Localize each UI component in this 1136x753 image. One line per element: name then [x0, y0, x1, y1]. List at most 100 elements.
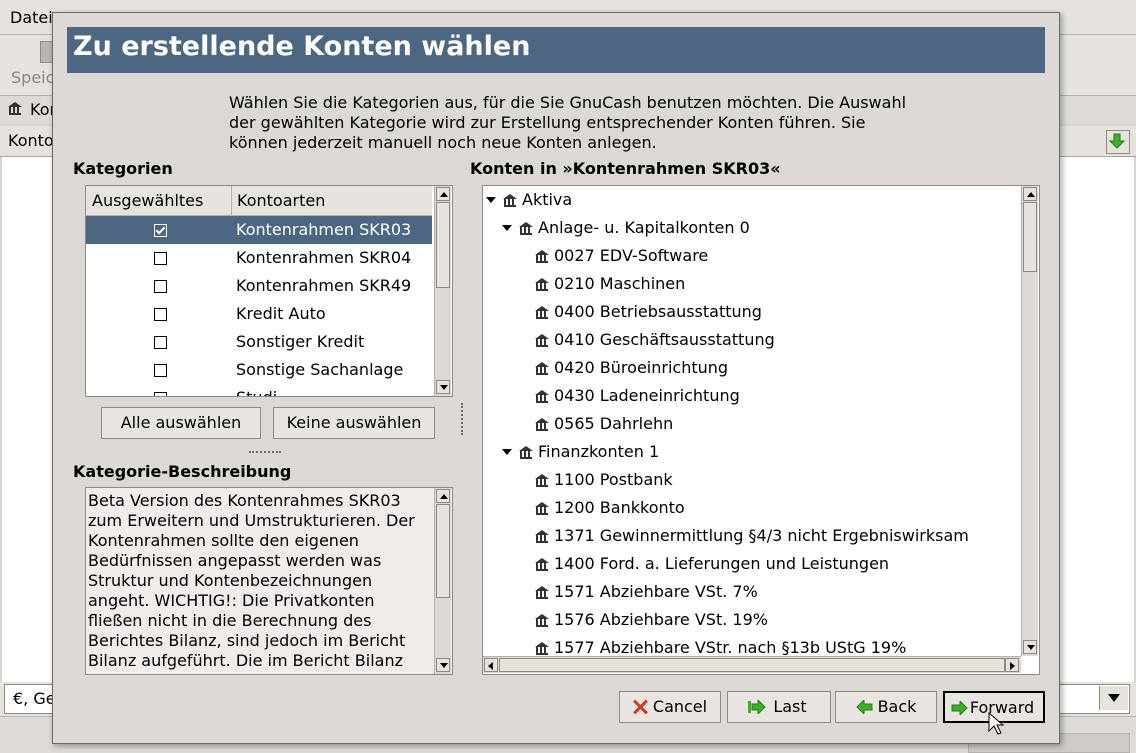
last-icon [748, 700, 766, 714]
tree-row[interactable]: 0400 Betriebsausstattung [483, 298, 1021, 326]
category-row-skr49[interactable]: Kontenrahmen SKR49 [86, 272, 432, 300]
account-icon [535, 586, 549, 599]
arrow-up-icon [1027, 192, 1035, 197]
category-row-other-loan[interactable]: Sonstiger Kredit [86, 328, 432, 356]
select-none-button[interactable]: Keine auswählen [273, 407, 435, 439]
categories-header: Ausgewähltes Kontoarten [86, 186, 432, 216]
column-header-account[interactable]: Konto [8, 131, 54, 150]
account-icon [535, 362, 549, 375]
accounts-label: Konten in »Kontenrahmen SKR03« [470, 159, 781, 178]
account-icon [535, 250, 549, 263]
tree-row[interactable]: 1100 Postbank [483, 466, 1021, 494]
tree-row[interactable]: 1371 Gewinnermittlung §4/3 nicht Ergebni… [483, 522, 1021, 550]
expander-icon[interactable] [502, 225, 512, 231]
scroll-left-button[interactable] [484, 658, 498, 672]
account-name: 1577 Abziehbare VStr. nach §13b UStG 19% [554, 638, 907, 656]
cancel-icon [632, 699, 648, 715]
green-down-arrow-icon [1108, 133, 1126, 149]
column-header-types[interactable]: Kontoarten [232, 186, 432, 215]
scroll-up-button[interactable] [436, 187, 450, 201]
account-icon [535, 306, 549, 319]
scroll-right-button[interactable] [1005, 658, 1019, 672]
scroll-up-button[interactable] [436, 489, 450, 503]
tree-row[interactable]: Finanzkonten 1 [483, 438, 1021, 466]
select-none-label: Keine auswählen [286, 413, 422, 432]
tree-row[interactable]: 0210 Maschinen [483, 270, 1021, 298]
back-button[interactable]: Back [835, 691, 937, 723]
checkbox-other-loan[interactable] [154, 336, 167, 349]
account-name: 0565 Dahrlehn [554, 414, 674, 433]
column-header-selected[interactable]: Ausgewähltes [86, 186, 232, 215]
tree-row[interactable]: Anlage- u. Kapitalkonten 0 [483, 214, 1021, 242]
tree-row[interactable]: 1200 Bankkonto [483, 494, 1021, 522]
scroll-down-button[interactable] [436, 658, 450, 672]
account-icon [503, 194, 517, 207]
account-icon [535, 558, 549, 571]
scroll-thumb[interactable] [436, 202, 450, 288]
category-row-studi[interactable]: Studi [86, 384, 432, 396]
scroll-down-button[interactable] [436, 380, 450, 394]
tree-row[interactable]: 1577 Abziehbare VStr. nach §13b UStG 19% [483, 634, 1021, 656]
account-name: Anlage- u. Kapitalkonten 0 [538, 218, 750, 237]
select-all-button[interactable]: Alle auswählen [101, 407, 261, 439]
back-arrow-icon [856, 700, 873, 714]
scroll-thumb[interactable] [1023, 202, 1037, 272]
categories-label: Kategorien [73, 159, 173, 178]
checkbox-car-loan[interactable] [154, 308, 167, 321]
expander-icon[interactable] [486, 197, 496, 203]
category-row-car-loan[interactable]: Kredit Auto [86, 300, 432, 328]
account-icon [535, 278, 549, 291]
categories-scrollbar[interactable] [434, 186, 451, 396]
checkbox-studi[interactable] [154, 392, 167, 396]
account-icon [535, 334, 549, 347]
cancel-label: Cancel [652, 697, 708, 716]
back-label: Back [877, 697, 917, 716]
account-name: 0210 Maschinen [554, 274, 686, 293]
account-icon [535, 530, 549, 543]
checkbox-skr03[interactable] [154, 224, 167, 237]
category-row-skr04[interactable]: Kontenrahmen SKR04 [86, 244, 432, 272]
accounts-hscrollbar[interactable] [483, 656, 1021, 673]
account-icon [535, 474, 549, 487]
category-name: Kontenrahmen SKR49 [236, 276, 412, 295]
checkbox-other-asset[interactable] [154, 364, 167, 377]
categories-list: Ausgewähltes Kontoarten Kontenrahmen SKR… [85, 185, 453, 397]
toolbar-save-label[interactable]: Speic [11, 68, 54, 87]
checkbox-skr04[interactable] [154, 252, 167, 265]
category-row-skr03[interactable]: Kontenrahmen SKR03 [86, 216, 432, 244]
cancel-button[interactable]: Cancel [619, 691, 721, 723]
combo-dropdown-button[interactable] [1099, 686, 1128, 710]
tree-row[interactable]: 1576 Abziehbare VSt. 19% [483, 606, 1021, 634]
chevron-down-icon [1108, 694, 1120, 702]
last-button[interactable]: Last [727, 691, 831, 723]
accounts-vscrollbar[interactable] [1021, 186, 1038, 656]
tree-row[interactable]: Aktiva [483, 186, 1021, 214]
account-icon [535, 390, 549, 403]
pane-divider-vertical[interactable] [461, 403, 465, 435]
scroll-down-button[interactable] [1023, 640, 1037, 654]
expander-icon[interactable] [502, 449, 512, 455]
tree-row[interactable]: 0410 Geschäftsausstattung [483, 326, 1021, 354]
description-scrollbar[interactable] [434, 488, 451, 674]
category-name: Kontenrahmen SKR03 [236, 220, 412, 239]
tree-row[interactable]: 0420 Büroeinrichtung [483, 354, 1021, 382]
description-text: Beta Version des Kontenrahmes SKR03 zum … [88, 491, 415, 670]
account-selection-dialog: Zu erstellende Konten wählen Wählen Sie … [52, 12, 1060, 744]
column-selector-button[interactable] [1106, 130, 1130, 154]
scroll-thumb[interactable] [436, 504, 450, 598]
tree-row[interactable]: 0430 Ladeneinrichtung [483, 382, 1021, 410]
menu-file[interactable]: Datei [10, 8, 53, 27]
pane-divider-horizontal[interactable] [249, 451, 281, 455]
category-row-other-asset[interactable]: Sonstige Sachanlage [86, 356, 432, 384]
scroll-thumb[interactable] [499, 658, 1005, 672]
accounts-tree: Aktiva Anlage- u. Kapitalkonten 0 0027 E… [482, 185, 1040, 675]
scroll-up-button[interactable] [1023, 187, 1037, 201]
arrow-left-icon [488, 662, 493, 670]
checkbox-skr49[interactable] [154, 280, 167, 293]
account-icon [535, 418, 549, 431]
tree-row[interactable]: 0565 Dahrlehn [483, 410, 1021, 438]
tree-row[interactable]: 1400 Ford. a. Lieferungen und Leistungen [483, 550, 1021, 578]
tree-row[interactable]: 1571 Abziehbare VSt. 7% [483, 578, 1021, 606]
tree-row[interactable]: 0027 EDV-Software [483, 242, 1021, 270]
account-name: 1400 Ford. a. Lieferungen und Leistungen [554, 554, 890, 573]
